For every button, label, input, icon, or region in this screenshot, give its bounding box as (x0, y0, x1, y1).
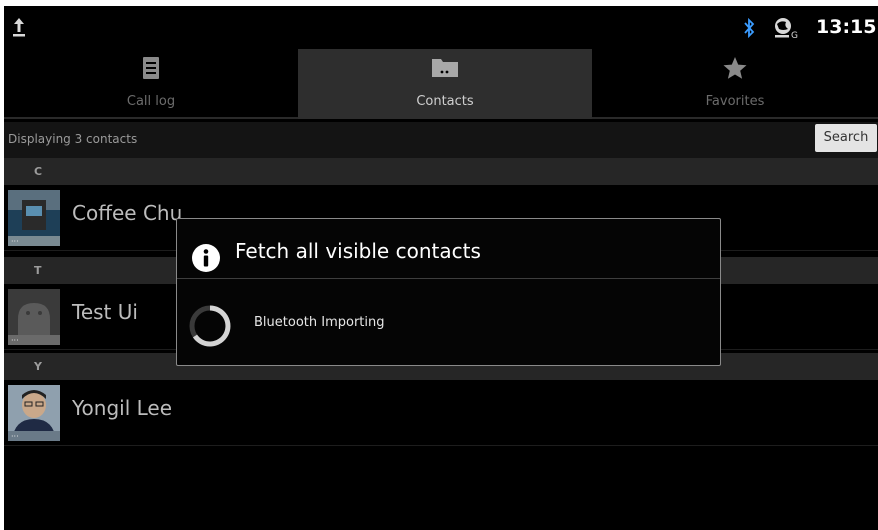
tab-call-log[interactable]: Call log (4, 49, 298, 119)
dialog-title: Fetch all visible contacts (235, 239, 481, 263)
tab-divider (592, 117, 878, 119)
list-header: Displaying 3 contacts Search (4, 122, 878, 158)
tab-label: Favorites (705, 94, 765, 109)
contacts-icon (432, 59, 458, 77)
info-icon (192, 244, 220, 272)
progress-dialog: Fetch all visible contacts Bluetooth Imp… (176, 218, 721, 366)
svg-text:···: ··· (11, 432, 19, 441)
contact-name: Yongil Lee (72, 396, 173, 420)
section-header-c: C (4, 158, 878, 185)
android-avatar-icon: ··· (8, 289, 60, 345)
tab-favorites[interactable]: Favorites (592, 49, 878, 119)
contact-name: Test Ui (72, 300, 138, 324)
tab-bar: Call log Contacts Favorites (4, 49, 878, 119)
sync-icon: G (775, 18, 798, 40)
svg-text:···: ··· (11, 237, 19, 246)
tab-contacts[interactable]: Contacts (298, 49, 592, 119)
contact-name: Coffee Chu (72, 201, 183, 225)
tab-divider (4, 117, 298, 119)
contact-count: Displaying 3 contacts (8, 132, 138, 146)
tab-label: Contacts (416, 94, 474, 109)
loading-spinner-icon (189, 305, 231, 347)
contact-row-yongil-lee[interactable]: ··· Yongil Lee (4, 380, 878, 446)
svg-text:···: ··· (11, 336, 19, 345)
android-screen: G 13:15 Call log Contacts Favorites Disp… (4, 6, 878, 530)
search-button[interactable]: Search (815, 124, 877, 152)
call-log-icon (143, 57, 159, 79)
status-bar: G 13:15 (4, 6, 878, 49)
star-icon (723, 57, 747, 79)
bluetooth-icon (744, 17, 755, 39)
tab-label: Call log (126, 94, 176, 109)
dialog-header: Fetch all visible contacts (177, 219, 720, 279)
svg-text:G: G (791, 31, 798, 40)
contact-photo: ··· (8, 385, 60, 441)
status-time: 13:15 (816, 16, 877, 38)
dialog-message: Bluetooth Importing (254, 315, 385, 330)
upload-icon (13, 18, 25, 37)
contact-photo: ··· (8, 190, 60, 246)
